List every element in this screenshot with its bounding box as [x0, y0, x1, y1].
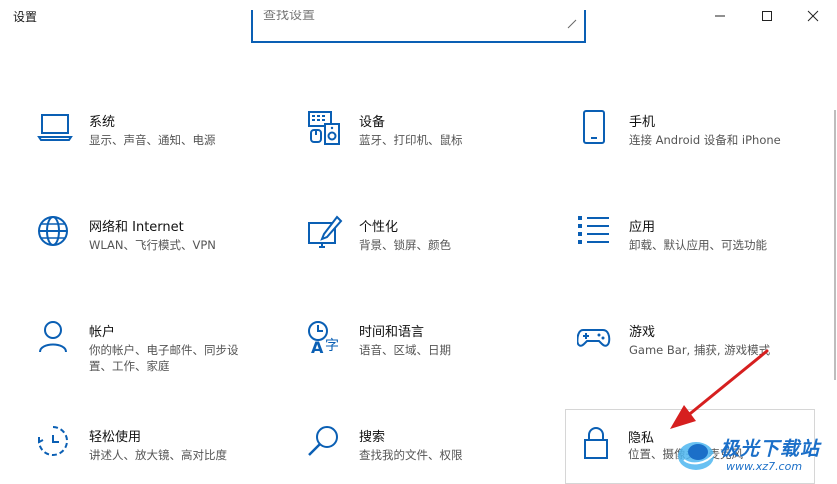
watermark: 极光下载站 www.xz7.com [676, 428, 836, 484]
tile-title: 帐户 [89, 325, 116, 340]
close-icon [807, 10, 819, 22]
personalization-icon [307, 215, 343, 251]
tile-description: 背景、锁屏、颜色 [359, 238, 451, 252]
tile-title: 轻松使用 [89, 430, 142, 445]
red-arrow-icon [670, 349, 769, 429]
tile-title: 个性化 [359, 220, 399, 235]
globe-icon [37, 215, 73, 251]
lock-icon [583, 426, 619, 462]
tile-description: 蓝牙、打印机、鼠标 [359, 133, 463, 147]
tile-title: 手机 [629, 115, 656, 130]
tile-ease-of-access[interactable]: 轻松使用 讲述人、放大镜、高对比度 [37, 425, 287, 484]
watermark-url: www.xz7.com [726, 460, 803, 473]
tile-description: 卸载、默认应用、可选功能 [629, 238, 767, 252]
tile-description: 语音、区域、日期 [359, 343, 451, 357]
svg-text:字: 字 [325, 338, 339, 354]
tile-title: 设备 [359, 115, 386, 130]
watermark-logo-icon [678, 442, 715, 470]
apps-list-icon [577, 215, 613, 251]
maximize-icon [762, 11, 772, 21]
tile-title: 隐私 [628, 431, 655, 446]
watermark-name: 极光下载站 [720, 438, 821, 460]
person-icon [37, 320, 73, 356]
time-language-icon: A字 [307, 320, 343, 356]
tile-title: 系统 [89, 115, 116, 130]
devices-icon [307, 110, 343, 146]
minimize-button[interactable] [697, 0, 743, 32]
search-field-icon [567, 19, 577, 29]
tile-accounts[interactable]: 帐户 你的帐户、电子邮件、同步设置、工作、家庭 [37, 320, 287, 400]
search-value: 查找设置 [263, 10, 316, 23]
tile-title: 游戏 [629, 325, 656, 340]
maximize-button[interactable] [744, 0, 790, 32]
tile-description: 显示、声音、通知、电源 [89, 133, 216, 147]
tile-personalization[interactable]: 个性化 背景、锁屏、颜色 [307, 215, 557, 295]
tile-description: 你的帐户、电子邮件、同步设置、工作、家庭 [89, 343, 239, 373]
tile-apps[interactable]: 应用 卸载、默认应用、可选功能 [577, 215, 827, 295]
scrollbar[interactable] [834, 110, 836, 380]
tile-time-language[interactable]: A字 时间和语言 语音、区域、日期 [307, 320, 557, 400]
search-input[interactable]: 查找设置 [251, 10, 586, 43]
ease-of-access-icon [37, 425, 73, 461]
tile-title: 应用 [629, 220, 656, 235]
tile-description: 查找我的文件、权限 [359, 448, 463, 462]
gamepad-icon [577, 320, 613, 356]
tile-description: WLAN、飞行模式、VPN [89, 238, 216, 252]
tile-title: 时间和语言 [359, 325, 425, 340]
tile-search[interactable]: 搜索 查找我的文件、权限 [307, 425, 557, 484]
minimize-icon [715, 15, 725, 17]
tile-phone[interactable]: 手机 连接 Android 设备和 iPhone [577, 110, 827, 190]
tile-description: 讲述人、放大镜、高对比度 [89, 448, 227, 462]
search-icon [307, 425, 343, 461]
tile-description: 连接 Android 设备和 iPhone [629, 133, 781, 147]
window-title: 设置 [13, 10, 38, 24]
tile-title: 搜索 [359, 430, 386, 445]
phone-icon [577, 110, 613, 146]
laptop-icon [37, 110, 73, 146]
tile-system[interactable]: 系统 显示、声音、通知、电源 [37, 110, 287, 190]
close-button[interactable] [790, 0, 836, 32]
tile-devices[interactable]: 设备 蓝牙、打印机、鼠标 [307, 110, 557, 190]
tile-title: 网络和 Internet [89, 220, 184, 235]
svg-text:A: A [311, 338, 324, 356]
tile-network[interactable]: 网络和 Internet WLAN、飞行模式、VPN [37, 215, 287, 295]
